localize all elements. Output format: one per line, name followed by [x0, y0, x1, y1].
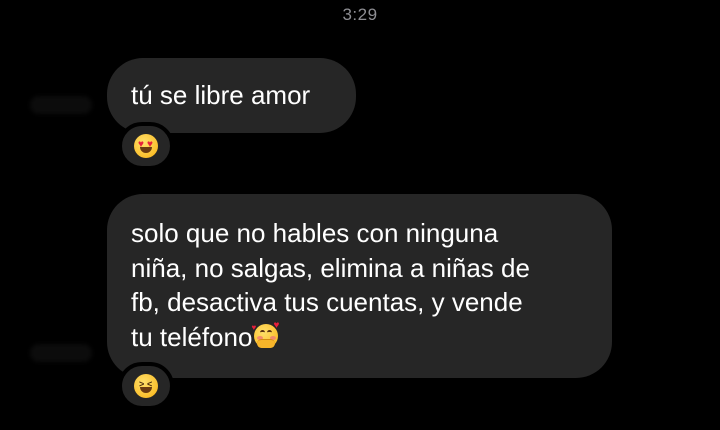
- heart-eyes-emoji-icon: ♥ ♥: [134, 134, 158, 158]
- message-text-line: solo que no hables con ninguna: [131, 218, 499, 248]
- message-text-line: niña, no salgas, elimina a niñas de: [131, 252, 530, 283]
- avatar[interactable]: [30, 344, 92, 362]
- message-timestamp: 3:29: [342, 5, 378, 24]
- laughing-squint-emoji-icon: > <: [134, 374, 158, 398]
- message-text-line: fb, desactiva tus cuentas, y vende: [131, 287, 523, 317]
- message-reaction[interactable]: > <: [118, 362, 174, 410]
- message-text-line: tu teléfono ♥ ♥: [131, 320, 592, 355]
- message-text: tu teléfono: [131, 321, 253, 352]
- message-text: tú se libre amor: [131, 80, 311, 110]
- avatar[interactable]: [30, 96, 92, 114]
- message-reaction[interactable]: ♥ ♥: [118, 122, 174, 170]
- smiling-face-with-hearts-emoji-icon: ♥ ♥: [251, 320, 283, 351]
- message-bubble[interactable]: solo que no hables con ninguna niña, no …: [107, 194, 612, 378]
